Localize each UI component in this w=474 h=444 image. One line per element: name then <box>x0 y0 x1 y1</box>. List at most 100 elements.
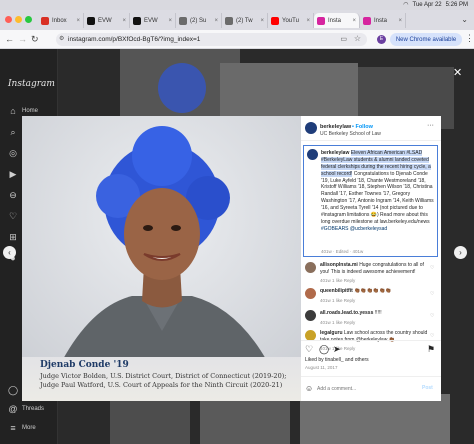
browser-tab[interactable]: (2) Tw × <box>222 13 268 28</box>
post-username[interactable]: berkeleylaw <box>320 124 351 130</box>
caption-avatar[interactable] <box>307 149 318 160</box>
nav-label: More <box>22 425 36 431</box>
menubar-date: Tue Apr 22 <box>412 1 442 8</box>
add-comment-input[interactable] <box>317 384 413 393</box>
background-post-tile[interactable] <box>110 394 190 444</box>
nav-icon: ⌕ <box>10 127 16 137</box>
add-comment-bar: ☺ Post <box>301 376 441 401</box>
tab-close-icon[interactable]: × <box>306 18 310 24</box>
instagram-nav-item[interactable]: ◯ <box>8 385 22 396</box>
comment-body: 👏🏾👏🏾👏🏾👏🏾👏🏾👏🏾 <box>354 288 392 294</box>
post-caption-block: berkeleylaw Eleven African American #LSA… <box>303 145 438 257</box>
comment-bubble-icon[interactable]: ◯ <box>319 344 329 355</box>
post-location[interactable]: UC Berkeley School of Law <box>320 131 381 137</box>
tab-close-icon[interactable]: × <box>76 18 80 24</box>
commenter-username[interactable]: all.roads.lead.to.yesss <box>320 310 373 316</box>
cast-icon[interactable]: ▭ <box>340 35 347 43</box>
instagram-nav-item[interactable]: ▶ <box>8 169 22 180</box>
close-window-button[interactable] <box>5 16 12 23</box>
tab-label: Inbox <box>52 17 67 24</box>
comment-like-heart-icon[interactable]: ♡ <box>430 291 434 297</box>
nav-icon: ▶ <box>9 169 17 179</box>
comment-like-heart-icon[interactable]: ♡ <box>430 333 434 339</box>
tab-favicon-icon <box>225 16 233 25</box>
browser-tab[interactable]: EVW × <box>84 13 130 28</box>
browser-tab[interactable]: Inbox × <box>38 13 84 28</box>
mac-menu-bar: ◠ Tue Apr 22 5:26 PM <box>0 0 474 10</box>
commenter-avatar[interactable] <box>305 288 316 299</box>
tab-label: EVW <box>98 17 112 24</box>
nav-icon: ⊖ <box>9 190 17 200</box>
commenter-avatar[interactable] <box>305 310 316 321</box>
comment-meta[interactable]: 401w 1 like Reply <box>320 320 355 325</box>
comment-meta[interactable]: 401w 1 like Reply <box>320 298 355 303</box>
bookmark-star-icon[interactable]: ☆ <box>354 34 361 43</box>
chrome-menu-icon[interactable]: ⋮ <box>465 33 474 44</box>
tab-close-icon[interactable]: × <box>214 18 218 24</box>
tab-close-icon[interactable]: × <box>398 18 402 24</box>
minimize-window-button[interactable] <box>15 16 22 23</box>
reload-button[interactable]: ↻ <box>31 34 39 45</box>
background-post-tile[interactable] <box>200 394 290 444</box>
nav-icon: ⌂ <box>10 106 16 116</box>
berkeleylaw-avatar[interactable] <box>305 122 317 134</box>
browser-tab[interactable]: (2) Su × <box>176 13 222 28</box>
tab-list: Inbox × EVW × EVW × (2) Su × (2) Tw × YouTu × Insta ×… <box>38 13 406 29</box>
site-info-icon[interactable]: ⚙ <box>59 35 64 42</box>
comment-like-heart-icon[interactable]: ♡ <box>430 313 434 319</box>
instagram-nav-item[interactable]: ⌂ Home <box>8 106 38 116</box>
caption-hashtags[interactable]: #GOBEARS @ucberkeleysad <box>321 226 387 232</box>
commenter-avatar[interactable] <box>305 262 316 273</box>
tab-close-icon[interactable]: × <box>168 18 172 24</box>
instagram-nav-item[interactable]: ◎ <box>8 148 22 159</box>
browser-tab[interactable]: YouTu × <box>268 13 314 28</box>
instagram-nav-item[interactable]: ♡ <box>8 211 22 222</box>
commenter-username[interactable]: queenbilipitfit <box>320 288 353 294</box>
comment-like-heart-icon[interactable]: ♡ <box>430 265 434 271</box>
share-send-icon[interactable]: ➤ <box>333 344 341 355</box>
tab-search-icon[interactable]: ⌄ <box>461 15 468 24</box>
comment-meta[interactable]: 401w 1 like Reply <box>320 278 355 283</box>
instagram-nav-item[interactable]: @ Threads <box>8 404 44 414</box>
post-comment-button[interactable]: Post <box>422 385 433 391</box>
post-details-panel: berkeleylaw • Follow UC Berkeley School … <box>301 116 441 401</box>
close-icon[interactable]: ✕ <box>453 66 462 79</box>
commenter-username[interactable]: legalguru <box>320 330 343 336</box>
browser-toolbar: ← → ↻ ⚙ instagram.com/p/BXfOcd-BgT6/?img… <box>0 30 474 49</box>
save-bookmark-icon[interactable]: ⚑ <box>427 344 435 355</box>
instagram-nav-item[interactable]: ≡ More <box>8 423 36 433</box>
instagram-nav-item[interactable]: ⊞ <box>8 232 22 243</box>
tab-close-icon[interactable]: × <box>352 18 356 24</box>
instagram-nav-item[interactable]: ⌕ <box>8 127 22 138</box>
back-button[interactable]: ← <box>5 34 14 44</box>
browser-tab[interactable]: EVW × <box>130 13 176 28</box>
caption-username[interactable]: berkeleylaw <box>321 150 349 156</box>
tab-favicon-icon <box>271 16 279 25</box>
wifi-icon[interactable]: ◠ <box>403 1 408 8</box>
forward-button[interactable]: → <box>18 34 27 44</box>
new-chrome-available-button[interactable]: New Chrome available <box>390 33 462 46</box>
next-post-button[interactable]: › <box>454 246 467 259</box>
more-options-icon[interactable]: ··· <box>427 122 434 129</box>
browser-tab[interactable]: Insta × <box>314 13 360 28</box>
nav-icon: @ <box>8 404 18 414</box>
zoom-window-button[interactable] <box>25 16 32 23</box>
commenter-username[interactable]: allisonplnsta.mi <box>320 262 358 268</box>
face-shape <box>124 188 200 280</box>
instagram-nav-item[interactable]: ⊖ <box>8 190 22 201</box>
like-heart-icon[interactable]: ♡ <box>305 344 313 355</box>
instagram-logo[interactable]: Instagram <box>8 79 55 89</box>
emoji-icon[interactable]: ☺ <box>305 384 313 393</box>
follow-button[interactable]: • Follow <box>352 124 373 130</box>
nav-label: Home <box>22 108 39 114</box>
tab-close-icon[interactable]: × <box>260 18 264 24</box>
background-post-tile[interactable] <box>300 394 450 444</box>
profile-avatar[interactable]: E <box>377 35 386 44</box>
liked-by-text[interactable]: Liked by tinabell_ and others <box>305 357 369 363</box>
tab-favicon-icon <box>317 16 325 25</box>
address-url: instagram.com/p/BXfOcd-BgT6/?img_index=1 <box>68 36 201 43</box>
previous-post-button[interactable]: ‹ <box>3 246 16 259</box>
address-bar[interactable]: ⚙ instagram.com/p/BXfOcd-BgT6/?img_index… <box>56 33 367 46</box>
tab-close-icon[interactable]: × <box>122 18 126 24</box>
browser-tab[interactable]: Insta × <box>360 13 406 28</box>
